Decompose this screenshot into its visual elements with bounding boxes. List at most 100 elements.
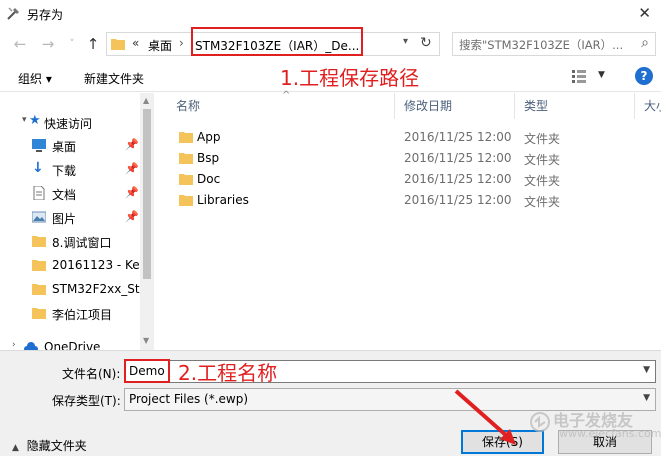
column-header-size[interactable]: 大小 <box>644 93 661 119</box>
desktop-icon <box>32 139 46 152</box>
folder-icon <box>32 308 46 319</box>
sidebar-item-label: STM32F2xx_Stc <box>52 282 140 296</box>
filetype-label: 保存类型(T): <box>52 394 121 408</box>
file-date: 2016/11/25 12:00 <box>404 130 512 144</box>
save-as-app-icon <box>7 7 19 20</box>
sidebar-scrollbar[interactable]: ▲ ▼ <box>140 93 154 350</box>
column-header-name[interactable]: 名称 <box>176 93 200 119</box>
help-icon[interactable]: ? <box>635 67 653 85</box>
path-highlight-box <box>191 27 363 56</box>
file-type: 文件夹 <box>524 174 561 188</box>
new-folder-button[interactable]: 新建文件夹 <box>84 70 144 87</box>
star-icon: ★ <box>29 113 41 128</box>
sidebar-item-label: 8.调试窗口 <box>52 236 112 250</box>
scroll-down-arrow-icon[interactable]: ▼ <box>143 336 149 345</box>
sidebar-item-label: 文档 <box>52 188 77 202</box>
file-date: 2016/11/25 12:00 <box>404 172 512 186</box>
search-placeholder: 搜索"STM32F103ZE（IAR）... <box>459 38 624 52</box>
scroll-up-arrow-icon[interactable]: ▲ <box>143 96 149 105</box>
column-header-type[interactable]: 类型 <box>524 93 548 119</box>
navigation-pane: ▾ ★ 快速访问 桌面 📌 ↓ 下载 📌 文档 📌 图片 📌 8.调试窗口 20… <box>0 93 154 350</box>
sidebar-item-onedrive[interactable]: › OneDrive <box>0 336 154 350</box>
back-arrow-icon[interactable]: ← <box>10 34 30 54</box>
file-date: 2016/11/25 12:00 <box>404 151 512 165</box>
path-annotation: 1.工程保存路径 <box>280 66 420 90</box>
file-row[interactable]: Libraries 2016/11/25 12:00 文件夹 <box>172 190 642 211</box>
breadcrumb-separator[interactable]: › <box>179 36 184 50</box>
forward-arrow-icon[interactable]: → <box>38 34 58 54</box>
title-bar: 另存为 ✕ <box>0 0 661 28</box>
view-dropdown-chevron-icon[interactable]: ▼ <box>598 70 605 80</box>
file-date: 2016/11/25 12:00 <box>404 193 512 207</box>
filetype-value: Project Files (*.ewp) <box>129 392 249 406</box>
sidebar-item-downloads[interactable]: ↓ 下载 📌 <box>0 158 154 180</box>
breadcrumb-desktop[interactable]: 桌面 <box>148 37 172 54</box>
sidebar-item-pictures[interactable]: 图片 📌 <box>0 206 154 228</box>
sidebar-item-stm32f2xx[interactable]: STM32F2xx_Stc <box>0 278 154 300</box>
sidebar-item-label: 下载 <box>52 164 77 178</box>
document-icon <box>33 186 45 200</box>
file-name: Doc <box>197 172 221 186</box>
file-row[interactable]: App 2016/11/25 12:00 文件夹 <box>172 127 642 148</box>
column-separator[interactable] <box>634 93 635 119</box>
file-row[interactable]: Doc 2016/11/25 12:00 文件夹 <box>172 169 642 190</box>
filename-annotation: 2.工程名称 <box>178 361 278 385</box>
sidebar-item-label: 20161123 - Kei <box>52 258 140 272</box>
hide-folders-toggle[interactable]: ▲ 隐藏文件夹 <box>12 437 87 454</box>
filetype-dropdown-chevron-icon[interactable]: ▼ <box>643 393 650 403</box>
folder-icon <box>179 153 193 164</box>
sidebar-item-documents[interactable]: 文档 📌 <box>0 182 154 204</box>
sidebar-item-project[interactable]: 李伯江项目 <box>0 302 154 324</box>
up-arrow-icon[interactable]: ↑ <box>83 34 103 54</box>
download-icon: ↓ <box>32 160 44 176</box>
address-overflow-chevron[interactable]: « <box>132 36 139 50</box>
file-type: 文件夹 <box>524 153 561 167</box>
view-options-icon[interactable] <box>572 69 586 83</box>
sidebar-item-debug-window[interactable]: 8.调试窗口 <box>0 230 154 252</box>
folder-icon <box>32 260 46 271</box>
close-icon[interactable]: ✕ <box>638 4 651 22</box>
folder-icon <box>32 284 46 295</box>
sidebar-item-label: 李伯江项目 <box>52 308 113 322</box>
recent-locations-chevron-icon[interactable]: ˅ <box>62 34 82 54</box>
folder-icon <box>179 132 193 143</box>
folder-icon <box>32 236 46 247</box>
pin-icon[interactable]: 📌 <box>125 162 139 175</box>
window-title: 另存为 <box>27 8 64 22</box>
hide-folders-label: 隐藏文件夹 <box>26 439 87 453</box>
pin-icon[interactable]: 📌 <box>125 186 139 199</box>
file-name: App <box>197 130 221 144</box>
sidebar-item-label: 图片 <box>52 212 77 226</box>
expand-chevron-icon[interactable]: › <box>12 340 16 350</box>
folder-icon <box>111 39 125 50</box>
filename-label: 文件名(N): <box>62 367 121 381</box>
pin-icon[interactable]: 📌 <box>125 210 139 223</box>
watermark-logo: 电子发烧友 www.elecfans.com <box>527 405 661 445</box>
folder-icon <box>179 195 193 206</box>
column-separator[interactable] <box>394 93 395 119</box>
search-input[interactable]: 搜索"STM32F103ZE（IAR）... ⌕ <box>452 32 656 56</box>
file-type: 文件夹 <box>524 132 561 146</box>
column-header-date[interactable]: 修改日期 <box>404 93 452 119</box>
sidebar-item-quick-access[interactable]: ▾ ★ 快速访问 <box>0 111 154 133</box>
sidebar-item-label: OneDrive <box>44 340 101 350</box>
search-icon[interactable]: ⌕ <box>641 35 649 51</box>
filename-dropdown-chevron-icon[interactable]: ▼ <box>643 365 650 375</box>
sidebar-item-20161123[interactable]: 20161123 - Kei <box>0 254 154 276</box>
file-name: Libraries <box>197 193 249 207</box>
file-type: 文件夹 <box>524 195 561 209</box>
sidebar-item-desktop[interactable]: 桌面 📌 <box>0 134 154 156</box>
refresh-icon[interactable]: ↻ <box>420 35 432 51</box>
expand-chevron-icon[interactable]: ▾ <box>22 115 27 125</box>
column-separator[interactable] <box>514 93 515 119</box>
organize-button[interactable]: 组织 ▾ <box>18 70 52 87</box>
address-dropdown-chevron-icon[interactable]: ▾ <box>403 36 408 47</box>
watermark-url: www.elecfans.com <box>559 427 661 440</box>
sort-ascending-chevron-icon: ^ <box>282 90 291 101</box>
pin-icon[interactable]: 📌 <box>125 138 139 151</box>
scrollbar-thumb[interactable] <box>143 109 151 279</box>
file-row[interactable]: Bsp 2016/11/25 12:00 文件夹 <box>172 148 642 169</box>
file-name: Bsp <box>197 151 220 165</box>
watermark-emblem-icon <box>530 412 550 432</box>
sidebar-item-label: 桌面 <box>52 140 77 154</box>
